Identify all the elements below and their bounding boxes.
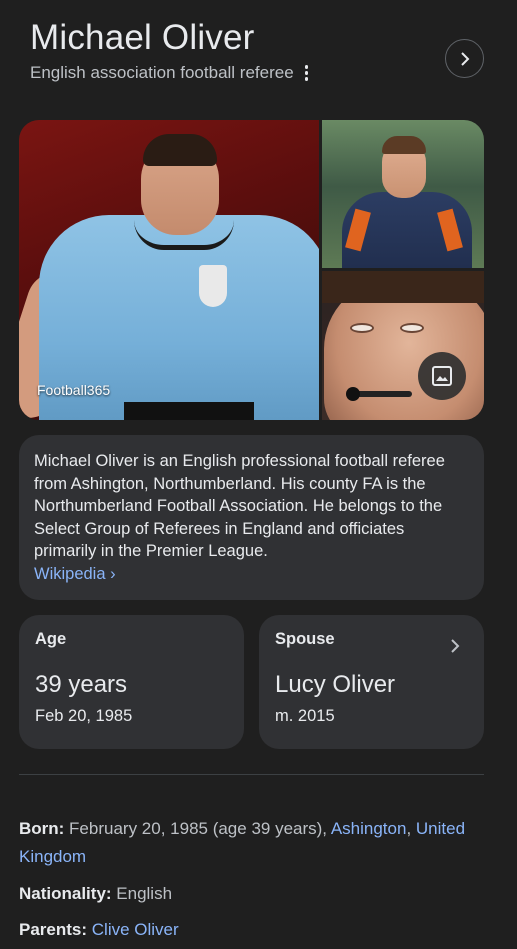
photo-top-right[interactable] — [322, 120, 484, 268]
main-photo[interactable]: Football365 — [19, 120, 319, 420]
divider — [19, 774, 484, 775]
entity-description: English association football referee — [30, 63, 294, 82]
age-label: Age — [35, 630, 67, 648]
age-card: Age 39 years Feb 20, 1985 — [19, 615, 244, 749]
image-source-label: Football365 — [37, 382, 111, 398]
image-icon — [432, 366, 452, 386]
age-value: 39 years — [35, 671, 128, 698]
more-options-icon[interactable] — [302, 64, 312, 82]
description-card: Michael Oliver is an English professiona… — [19, 435, 484, 600]
spouse-card[interactable]: Spouse Lucy Oliver m. 2015 — [259, 615, 484, 749]
marriage-year: m. 2015 — [275, 707, 335, 725]
born-fact: Born: February 20, 1985 (age 39 years), … — [19, 815, 489, 871]
wikipedia-link[interactable]: Wikipedia › — [34, 563, 116, 586]
photo-bottom-right[interactable] — [322, 271, 484, 420]
ashington-link[interactable]: Ashington — [331, 819, 407, 838]
born-separator: , — [406, 819, 416, 838]
spouse-label: Spouse — [275, 630, 335, 648]
nationality-fact: Nationality: English — [19, 880, 489, 908]
more-images-button[interactable] — [418, 352, 466, 400]
parents-fact: Parents: Clive Oliver — [19, 916, 489, 944]
parents-label: Parents: — [19, 920, 88, 939]
description-text: Michael Oliver is an English professiona… — [34, 452, 445, 561]
nationality-value: English — [111, 884, 173, 903]
image-grid: Football365 — [19, 120, 484, 420]
spouse-value: Lucy Oliver — [275, 671, 396, 698]
subtitle-row: English association football referee — [30, 63, 312, 83]
chevron-right-icon — [460, 51, 469, 66]
born-text: February 20, 1985 (age 39 years), — [64, 819, 331, 838]
born-label: Born: — [19, 819, 65, 838]
clive-oliver-link[interactable]: Clive Oliver — [92, 920, 179, 939]
birth-date: Feb 20, 1985 — [35, 707, 133, 725]
page-title: Michael Oliver — [30, 18, 255, 57]
knowledge-panel: Michael Oliver English association footb… — [0, 0, 517, 949]
nationality-label: Nationality: — [19, 884, 112, 903]
chevron-right-icon — [448, 637, 462, 655]
next-result-button[interactable] — [445, 39, 484, 78]
